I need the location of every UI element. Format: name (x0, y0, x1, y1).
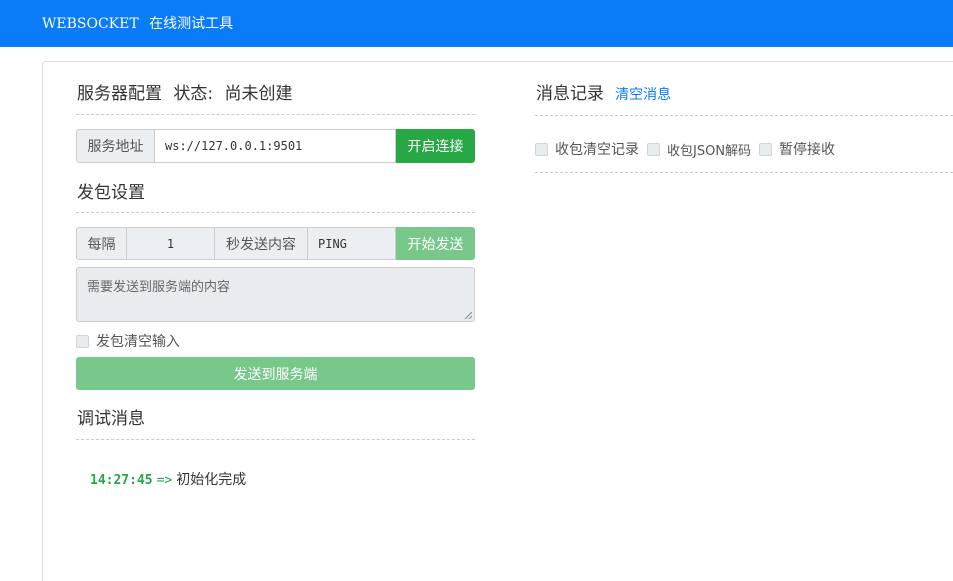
clear-input-label: 发包清空输入 (96, 334, 180, 350)
log-entry: 14:27:45 => 初始化完成 (90, 469, 246, 489)
pause-receive-checkbox[interactable] (759, 142, 773, 156)
status-label: 状态: (173, 84, 214, 104)
navbar: WEBSOCKET 在线测试工具 (0, 0, 953, 47)
json-decode-checkbox[interactable] (647, 142, 660, 156)
brand-name: WEBSOCKET (42, 16, 139, 32)
seconds-content-label: 秒发送内容 (215, 227, 308, 260)
connect-button[interactable]: 开启连接 (396, 129, 475, 163)
clear-records-label: 收包清空记录 (555, 142, 639, 158)
brand[interactable]: WEBSOCKET 在线测试工具 (42, 13, 233, 33)
log-message: 初始化完成 (176, 472, 247, 488)
every-label: 每隔 (76, 227, 127, 260)
resize-handle-icon[interactable] (464, 311, 472, 319)
send-settings-title: 发包设置 (77, 183, 145, 203)
send-to-server-button[interactable]: 发送到服务端 (76, 357, 475, 390)
server-config-title: 服务器配置 状态: 尚未创建 (77, 79, 293, 104)
divider (76, 114, 475, 115)
server-address-group: 服务地址 ws://127.0.0.1:9501 开启连接 (76, 129, 475, 163)
send-content-textarea[interactable]: 需要发送到服务端的内容 (76, 267, 475, 322)
start-send-button[interactable]: 开始发送 (396, 227, 475, 260)
server-config-label: 服务器配置 (77, 84, 162, 104)
brand-subtitle: 在线测试工具 (149, 16, 234, 32)
messages-title: 消息记录 (536, 84, 604, 104)
interval-send-group: 每隔 1 秒发送内容 PING 开始发送 (76, 227, 475, 260)
clear-input-option[interactable]: 发包清空输入 (76, 331, 180, 351)
clear-records-checkbox[interactable] (535, 142, 548, 156)
send-content-input[interactable]: PING (308, 227, 396, 260)
clear-messages-link[interactable]: 清空消息 (615, 87, 671, 103)
status-value: 尚未创建 (224, 84, 293, 104)
debug-title: 调试消息 (77, 409, 145, 429)
pause-receive-label: 暂停接收 (779, 142, 836, 158)
server-address-input[interactable]: ws://127.0.0.1:9501 (155, 129, 396, 163)
clear-input-checkbox[interactable] (76, 334, 89, 348)
divider (535, 172, 953, 173)
divider (76, 439, 475, 440)
json-decode-label: 收包JSON解码 (667, 143, 752, 159)
server-address-label: 服务地址 (76, 129, 155, 163)
log-arrow: => (156, 473, 173, 488)
divider (535, 115, 953, 116)
log-time: 14:27:45 (90, 473, 153, 488)
textarea-placeholder: 需要发送到服务端的内容 (87, 280, 231, 295)
messages-header: 消息记录 清空消息 (536, 79, 671, 104)
divider (76, 212, 475, 213)
interval-input[interactable]: 1 (127, 227, 215, 260)
receive-options: 收包清空记录 收包JSON解码 暂停接收 (535, 139, 835, 159)
